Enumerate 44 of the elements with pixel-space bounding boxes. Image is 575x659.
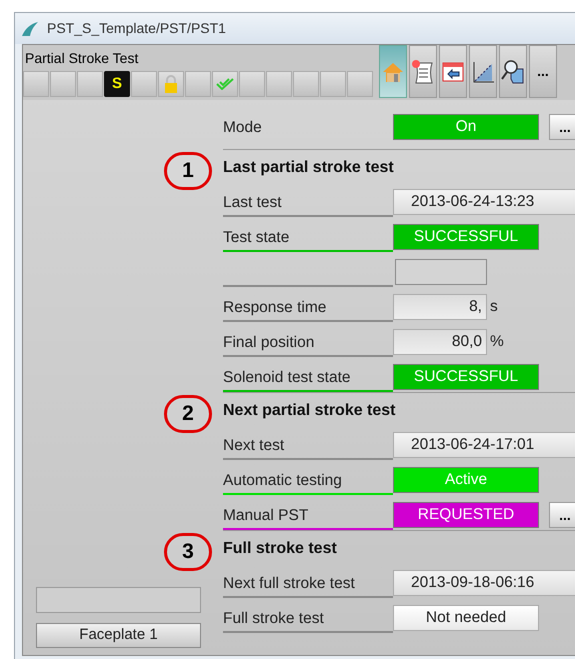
section-heading: Full stroke test [223,539,337,559]
status-slot [347,71,373,97]
toolbar-button[interactable] [469,45,497,98]
window-title: PST_S_Template/PST/PST1 [47,19,226,38]
status-slot [320,71,346,97]
callout-marker: 3 [164,533,212,571]
toolbar-button[interactable] [499,45,527,98]
magnifier-icon [501,58,525,84]
value-display: 80,0 [393,329,487,355]
status-display: Active [393,467,539,493]
more-button[interactable]: ... [549,502,575,528]
field-label: Mode [223,118,263,138]
status-display: SUCCESSFUL [393,224,539,250]
toolbar-button[interactable] [409,45,437,98]
faceplate-button[interactable]: Faceplate 1 [36,623,201,648]
check-icon [216,78,234,90]
app-icon [21,20,39,36]
value-display: 2013-09-18-06:16 [393,570,575,596]
status-slot [293,71,319,97]
value-display: 2013-06-24-17:01 [393,432,575,458]
status-slot [50,71,76,97]
unit-label: s [490,297,498,318]
value-display: 2013-06-24-13:23 [393,189,575,215]
value-display: Not needed [393,605,539,631]
status-slot [266,71,292,97]
document-icon [411,58,435,84]
status-display: REQUESTED [393,502,539,528]
unit-label: % [490,332,504,352]
more-button[interactable]: ... [549,114,575,140]
callout-marker: 2 [164,395,212,433]
status-slot [23,71,49,97]
status-display: SUCCESSFUL [393,364,539,390]
status-display: On [393,114,539,140]
value-display: 8, [393,294,487,320]
chart-icon [471,60,495,84]
section-heading: Last partial stroke test [223,158,394,178]
panel-title: Partial Stroke Test [24,49,140,68]
more-button[interactable]: ... [529,45,557,98]
lock-icon [163,75,179,93]
status-slot [77,71,103,97]
toolbar-button[interactable] [439,45,467,98]
section-heading: Next partial stroke test [223,401,396,421]
callout-marker: 1 [164,152,212,190]
status-indicator: S [104,71,130,97]
